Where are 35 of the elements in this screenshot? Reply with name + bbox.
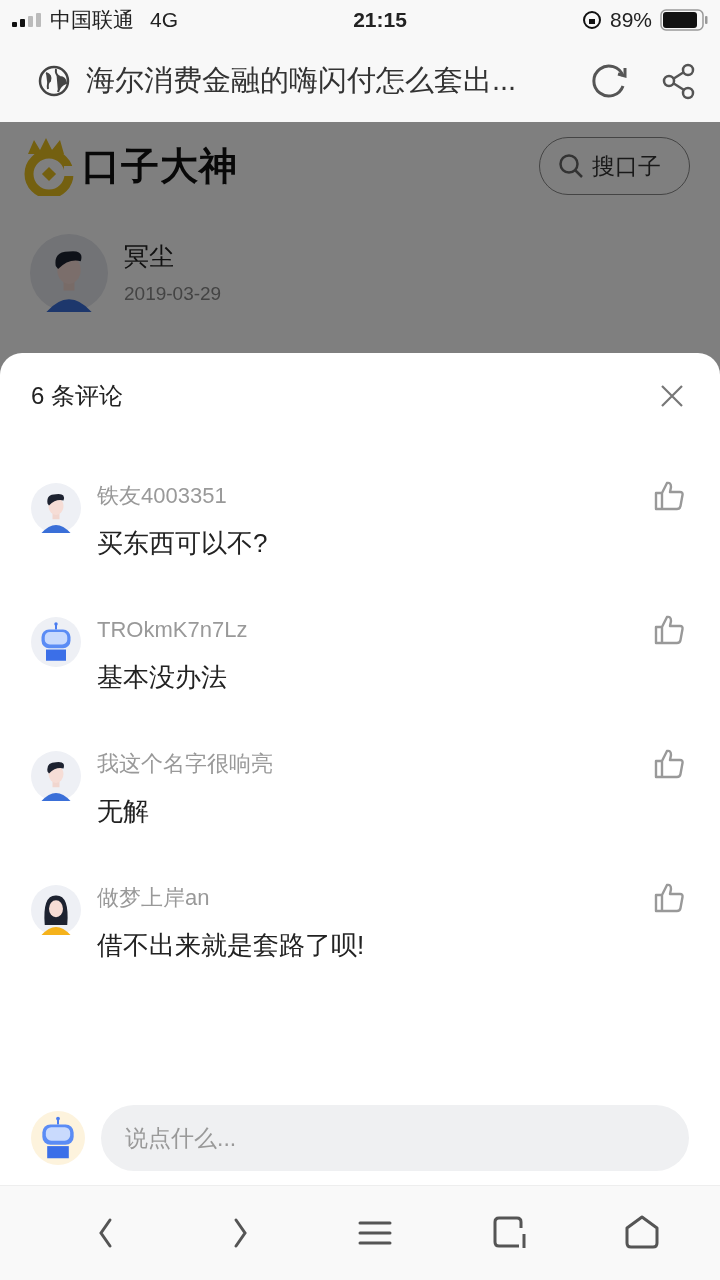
avatar-icon [31, 1111, 85, 1165]
comment-text: 无解 [97, 795, 150, 828]
like-icon[interactable] [652, 613, 686, 647]
comment-username: 做梦上岸an [97, 884, 211, 912]
signal-icon [12, 13, 42, 27]
avatar-icon [31, 885, 81, 935]
rotation-lock-icon [582, 10, 602, 30]
site-logo: 口子大神 [82, 143, 238, 189]
comment-text: 基本没办法 [97, 661, 228, 694]
post-date: 2019-03-29 [124, 281, 222, 306]
avatar-icon [31, 751, 81, 801]
comment-input[interactable]: 说点什么... [101, 1105, 689, 1171]
comment-username: 我这个名字很响亮 [97, 750, 274, 778]
comment-count: 6 条评论 [31, 381, 123, 411]
comment-username: TROkmK7n7Lz [97, 616, 249, 644]
search-icon [558, 153, 584, 179]
avatar-icon [31, 483, 81, 533]
clock: 21:15 [352, 7, 408, 34]
avatar-icon [30, 234, 108, 312]
battery-percent: 89% [610, 7, 652, 34]
like-icon[interactable] [652, 479, 686, 513]
network-type: 4G [150, 7, 178, 34]
close-icon[interactable] [660, 384, 684, 408]
battery-icon [660, 9, 708, 31]
like-icon[interactable] [652, 747, 686, 781]
like-icon[interactable] [652, 881, 686, 915]
home-icon[interactable] [624, 1214, 660, 1252]
author-name: 冥尘 [124, 241, 175, 272]
refresh-icon[interactable] [590, 62, 628, 100]
comment-text: 借不出来就是套路了呗! [97, 929, 366, 962]
comment-username: 铁友4003351 [97, 482, 228, 510]
avatar-icon [31, 617, 81, 667]
carrier-name: 中国联通 [50, 7, 134, 34]
comment-text: 买东西可以不? [97, 527, 269, 560]
page-title: 海尔消费金融的嗨闪付怎么套出... [86, 63, 518, 99]
